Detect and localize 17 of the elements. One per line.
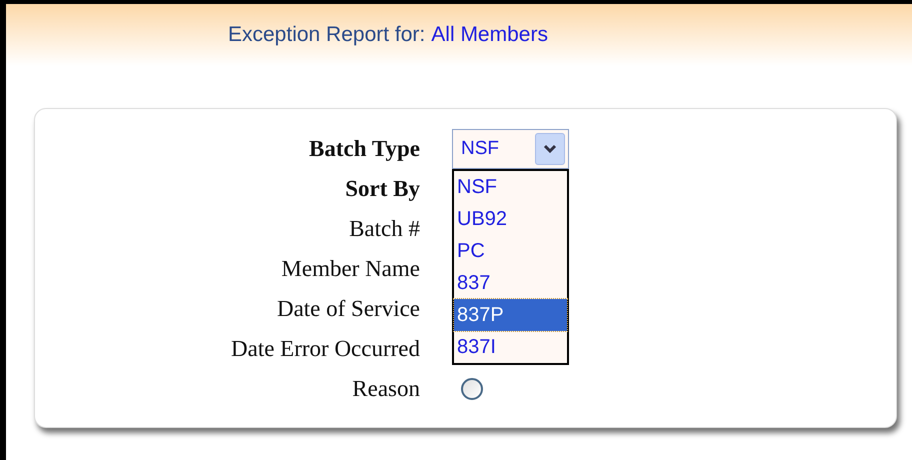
dropdown-option[interactable]: UB92 (454, 203, 567, 235)
batch-type-select[interactable]: NSF (452, 129, 569, 169)
member-scope-text: All Members (431, 22, 548, 48)
dropdown-option[interactable]: PC (454, 235, 567, 267)
sort-option-label: Reason (351, 374, 420, 403)
dropdown-option[interactable]: 837I (454, 331, 567, 363)
sort-option-label: Member Name (280, 254, 420, 283)
sort-option-label: Batch # (348, 214, 420, 243)
dropdown-option[interactable]: NSF (454, 171, 567, 203)
sort-option-label: Date of Service (276, 294, 420, 323)
section-label: Sort By (344, 174, 420, 203)
radio-button[interactable] (461, 378, 483, 400)
header-title: Exception Report for: (228, 22, 426, 48)
dropdown-option[interactable]: 837 (454, 267, 567, 299)
field-label: Batch Type (308, 134, 420, 163)
dropdown-option[interactable]: 837P (454, 299, 567, 331)
sort-option-label: Date Error Occurred (230, 334, 420, 363)
